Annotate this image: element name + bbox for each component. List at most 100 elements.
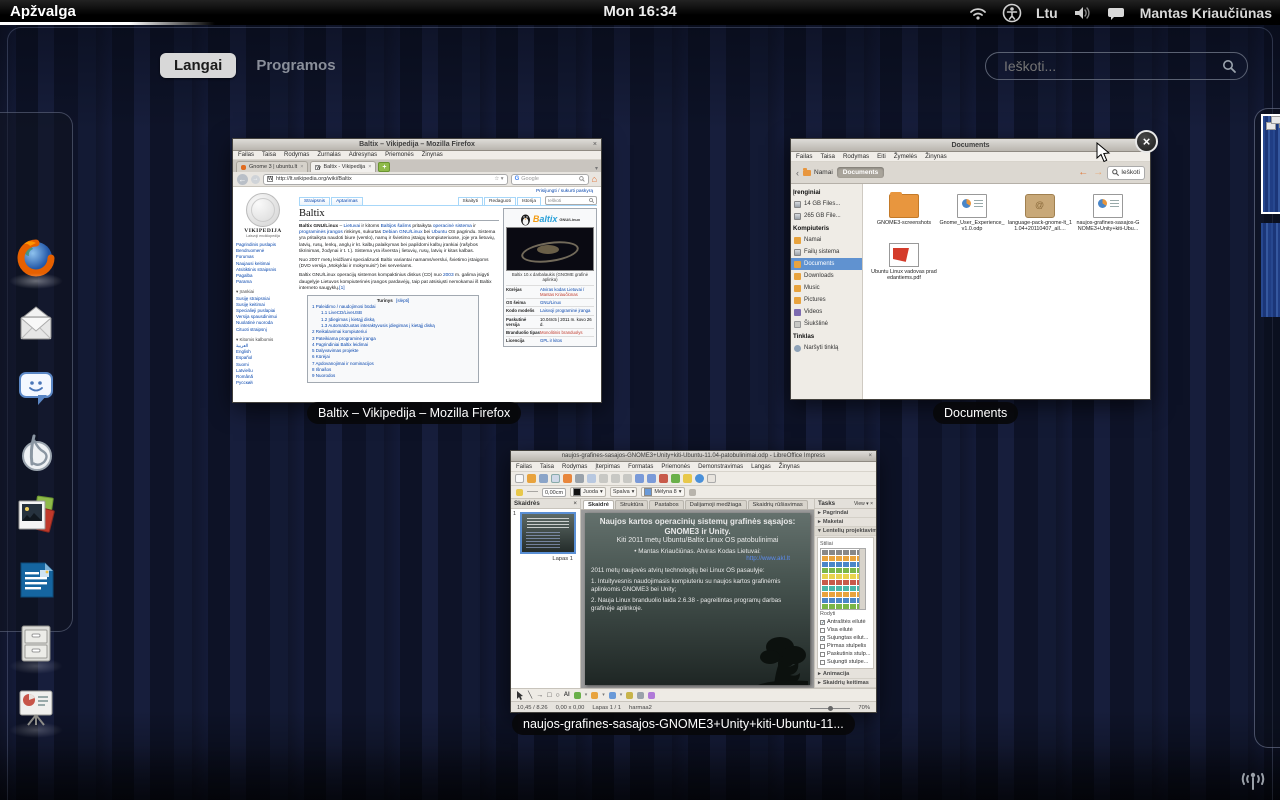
pdf-icon[interactable] [563, 474, 572, 483]
wiki-action-tab[interactable]: Redaguoti [484, 197, 516, 205]
window-close-button[interactable]: × [1135, 130, 1158, 153]
menu-item[interactable]: Priemonės [385, 152, 414, 158]
keyboard-layout-indicator[interactable]: Ltu [1036, 5, 1058, 21]
style-icon[interactable] [516, 489, 523, 496]
wiki-nav-link[interactable]: Parama [236, 279, 290, 285]
table-option-checkbox[interactable]: Visa eilutė [820, 626, 871, 634]
sidebar-place[interactable]: Tinklas [791, 330, 862, 342]
menu-item[interactable]: Failas [238, 152, 254, 158]
wiki-language-link[interactable]: Русский [236, 380, 290, 386]
dash-item-file-manager[interactable] [13, 620, 59, 666]
menu-item[interactable]: Priemonės [661, 464, 690, 470]
line-icon[interactable]: ╲ [528, 691, 532, 699]
copy-icon[interactable] [611, 474, 620, 483]
new-doc-icon[interactable] [515, 474, 524, 483]
volume-icon[interactable] [1072, 3, 1092, 23]
file-item[interactable]: GNOME3-screenshots [871, 194, 937, 233]
menu-item[interactable]: Rodymas [562, 464, 587, 470]
sidebar-place[interactable]: Naršyti tinklą [791, 342, 862, 354]
impress-menubar[interactable]: FailasTaisaRodymasĮterpimasFormatasPriem… [511, 462, 876, 472]
arrow-icon[interactable]: → [536, 692, 543, 699]
wifi-icon[interactable] [968, 3, 988, 23]
fill-mode-dropdown[interactable]: Spalva▾ [610, 487, 638, 497]
menu-item[interactable]: Žinynas [422, 152, 443, 158]
file-item[interactable]: Gnome_User_Experience_v1.0.odp [939, 194, 1005, 233]
ellipse-icon[interactable]: ○ [555, 692, 559, 699]
menu-item[interactable]: Langas [751, 464, 771, 470]
hyperlink-icon[interactable] [683, 474, 692, 483]
network-antenna-icon[interactable] [1234, 762, 1272, 796]
points-icon[interactable] [637, 692, 644, 699]
bookmark-star-icon[interactable]: ☆ ▾ [494, 176, 503, 182]
tasks-section-skaidriu-keitimas[interactable]: ▸ Skaidrių keitimas [815, 679, 876, 688]
file-item[interactable]: naujos-grafines-sasajos-GNOME3+Unity+kit… [1075, 194, 1141, 233]
wiki-action-tab[interactable]: Istorija [517, 197, 541, 205]
wiki-search-box[interactable]: Ieškoti [545, 196, 597, 205]
paste-icon[interactable] [623, 474, 632, 483]
table-option-checkbox[interactable]: Pirmas stulpelis [820, 642, 871, 650]
window-firefox[interactable]: Baltix – Vikipedija – Mozilla Firefox × … [233, 139, 601, 402]
url-bar[interactable]: W http://lt.wikipedia.org/wiki/Baltix ☆ … [263, 174, 508, 185]
view-tab[interactable]: Dalijamoji medžiaga [685, 500, 747, 509]
stars-icon[interactable] [626, 692, 633, 699]
dash-item-libreoffice-impress[interactable] [13, 684, 59, 730]
tasks-section-animacija[interactable]: ▸ Animacija [815, 670, 876, 679]
wiki-page-tab[interactable]: Straipsnis [299, 197, 330, 205]
slide-thumbnail[interactable] [520, 512, 576, 554]
menu-item[interactable]: Failas [516, 464, 532, 470]
sidebar-place[interactable]: Videos [791, 306, 862, 318]
new-tab-button[interactable]: + [378, 162, 390, 172]
tasks-section-pagrindai[interactable]: ▸ Pagrindai [815, 509, 876, 518]
menu-item[interactable]: Taisa [821, 153, 835, 160]
preview-icon[interactable] [587, 474, 596, 483]
wiki-page-tab[interactable]: Aptarimas [331, 197, 363, 205]
menu-item[interactable]: Eiti [877, 153, 886, 160]
back-button[interactable]: ← [237, 174, 248, 185]
wiki-action-tab[interactable]: Skaityti [458, 197, 483, 205]
tasks-section-maketai[interactable]: ▸ Maketai [815, 518, 876, 527]
menu-item[interactable]: Žinynas [925, 153, 947, 160]
print-icon[interactable] [575, 474, 584, 483]
view-tab[interactable]: Skaidrių rūšiavimas [748, 500, 808, 509]
view-tab[interactable]: Pastabos [649, 500, 683, 509]
sidebar-place[interactable]: Įrenginiai [791, 186, 862, 198]
zoom-icon[interactable] [695, 474, 704, 483]
impress-close-icon[interactable]: × [868, 451, 872, 462]
firefox-titlebar[interactable]: Baltix – Vikipedija – Mozilla Firefox × [233, 139, 601, 151]
shadow-icon[interactable] [689, 489, 696, 496]
wikipedia-globe-logo[interactable] [246, 193, 280, 227]
line-width-spinner[interactable]: 0,00cm [542, 488, 566, 497]
menu-item[interactable]: Žurnalas [317, 152, 340, 158]
forward-button[interactable]: → [251, 175, 260, 184]
redo-icon[interactable] [647, 474, 656, 483]
toc-entry[interactable]: 9 Nuorodos [312, 373, 474, 379]
open-icon[interactable] [527, 474, 536, 483]
table-style-list[interactable] [820, 548, 866, 610]
dash-item-empathy-chat[interactable] [13, 364, 59, 410]
rect-icon[interactable]: □ [547, 692, 551, 699]
save-icon[interactable] [539, 474, 548, 483]
sidebar-place[interactable]: Namai [791, 234, 862, 246]
workspace-thumbnail-2[interactable] [1261, 223, 1280, 317]
sidebar-place[interactable]: Downloads [791, 270, 862, 282]
zoom-slider[interactable] [810, 708, 850, 709]
slide-canvas[interactable]: Naujos kartos operacinių sistemų grafinė… [581, 510, 814, 688]
drawing-toolbar[interactable]: ╲ → □ ○ AI ▾ ▾ ▾ [511, 688, 876, 701]
block-arrows-icon[interactable] [609, 692, 616, 699]
sidebar-place[interactable]: Music [791, 282, 862, 294]
firefox-menubar[interactable]: FailasTaisaRodymasŽurnalasAdresynasPriem… [233, 151, 601, 160]
chart-icon[interactable] [659, 474, 668, 483]
line-color-dropdown[interactable]: Juoda▾ [570, 487, 606, 497]
window-documents[interactable]: Documents × FailasTaisaRodymasEitiŽymelė… [791, 139, 1150, 399]
table-option-checkbox[interactable]: Sujungti stulpe... [820, 658, 871, 666]
text-icon[interactable]: AI [564, 692, 570, 698]
help-icon[interactable] [707, 474, 716, 483]
symbol-shapes-icon[interactable] [591, 692, 598, 699]
select-arrow-icon[interactable] [516, 691, 524, 700]
toc-hide-link[interactable]: [slėpti] [396, 298, 409, 303]
edit-toggle-icon[interactable] [551, 474, 560, 483]
file-item[interactable]: Ubuntu Linux vadovas pradedantiems.pdf [871, 243, 937, 282]
file-item[interactable]: language-pack-gnome-lt_11.04+20110407_al… [1007, 194, 1073, 233]
slide-link[interactable]: http://www.akl.lt [591, 555, 804, 562]
menu-item[interactable]: Adresynas [349, 152, 377, 158]
